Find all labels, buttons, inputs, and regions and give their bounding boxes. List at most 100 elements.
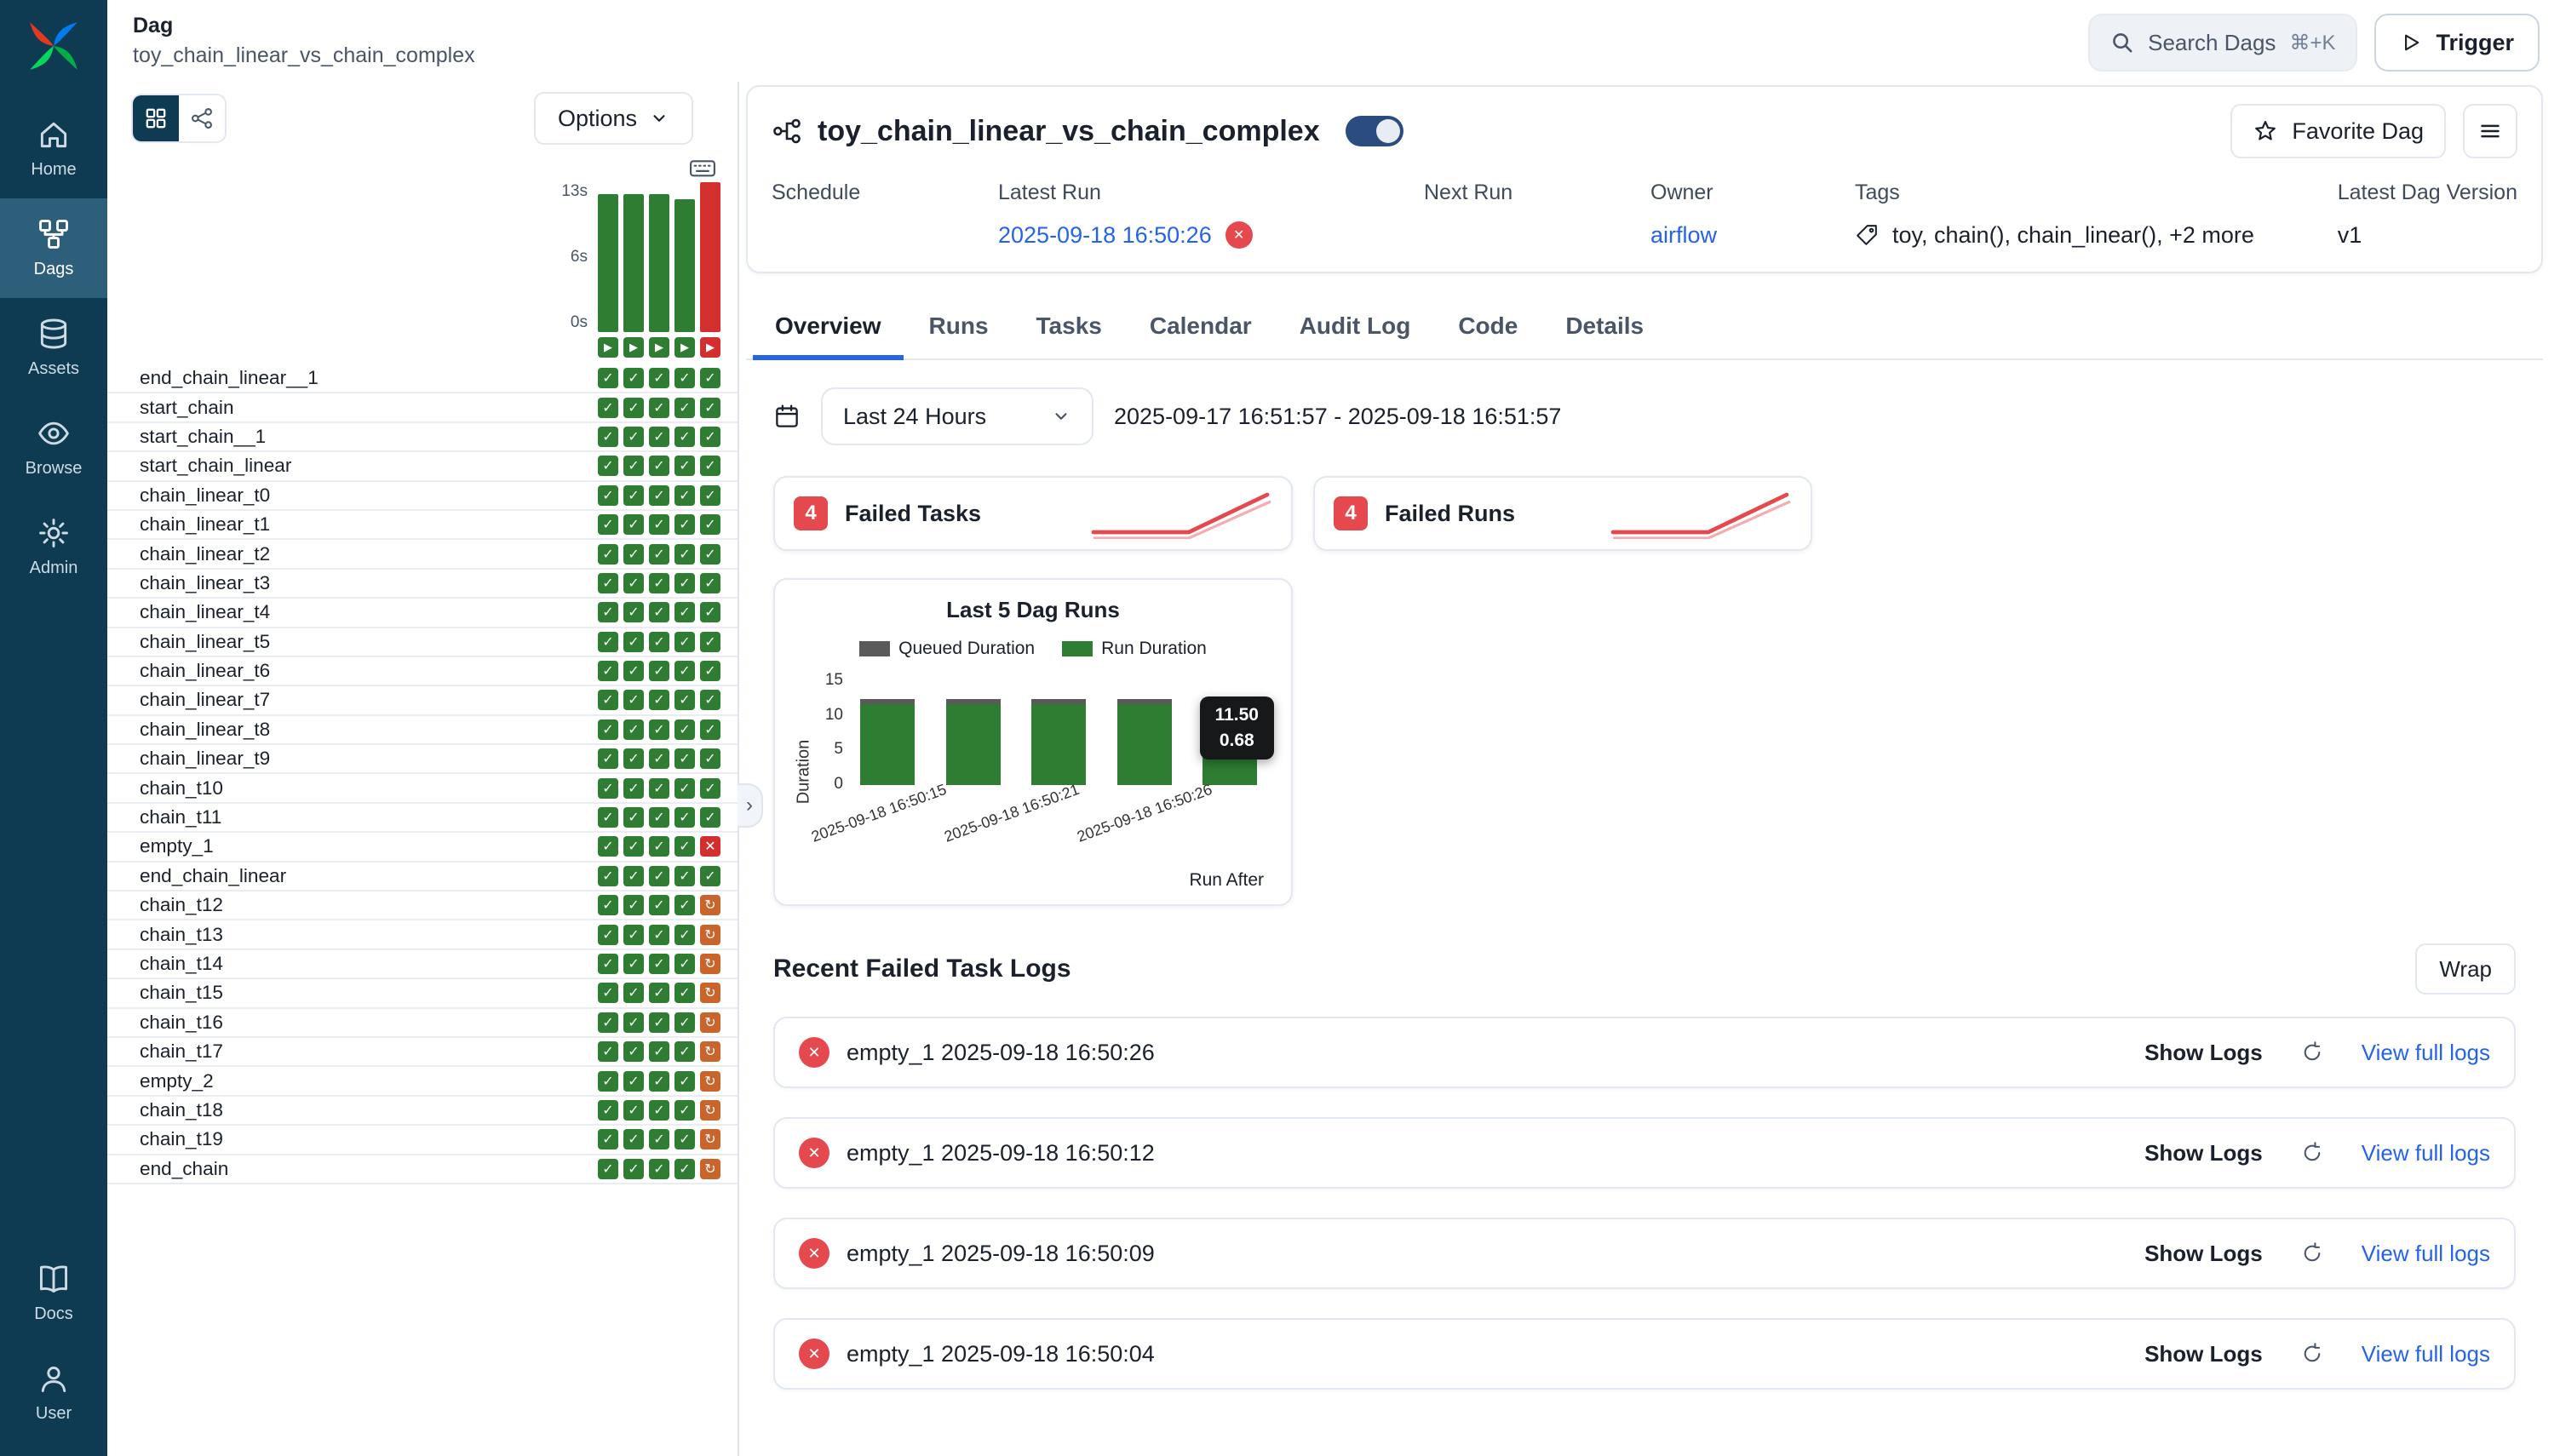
task-instance-success[interactable]: ✓ xyxy=(674,427,695,447)
task-name[interactable]: empty_1 xyxy=(140,835,214,857)
task-instance-success[interactable]: ✓ xyxy=(674,983,695,1003)
metric-card-failed-runs[interactable]: 4Failed Runs xyxy=(1313,476,1812,551)
show-logs-button[interactable]: Show Logs xyxy=(2144,1241,2263,1267)
task-instance-success[interactable]: ✓ xyxy=(598,1071,618,1092)
task-instance-success[interactable]: ✓ xyxy=(623,778,644,799)
task-instance-success[interactable]: ✓ xyxy=(649,427,669,447)
task-instance-success[interactable]: ✓ xyxy=(700,573,720,593)
task-instance-success[interactable]: ✓ xyxy=(700,661,720,681)
task-instance-success[interactable]: ✓ xyxy=(674,456,695,476)
task-instance-success[interactable]: ✓ xyxy=(674,866,695,886)
task-instance-success[interactable]: ✓ xyxy=(700,719,720,740)
task-instance-success[interactable]: ✓ xyxy=(649,925,669,945)
failed-run-badge[interactable]: ✕ xyxy=(1225,221,1253,249)
dag-run-bar[interactable] xyxy=(1117,699,1172,785)
task-instance-success[interactable]: ✓ xyxy=(649,602,669,622)
sidebar-item-assets[interactable]: Assets xyxy=(0,298,107,398)
tab-runs[interactable]: Runs xyxy=(907,297,1011,360)
task-instance-success[interactable]: ✓ xyxy=(598,1159,618,1179)
task-instance-retry[interactable]: ↻ xyxy=(700,1159,720,1179)
task-instance-success[interactable]: ✓ xyxy=(623,1100,644,1121)
task-instance-success[interactable]: ✓ xyxy=(674,544,695,565)
run-state-icon[interactable]: ▶ xyxy=(700,337,720,358)
task-instance-success[interactable]: ✓ xyxy=(623,807,644,828)
show-logs-button[interactable]: Show Logs xyxy=(2144,1140,2263,1167)
refresh-icon[interactable] xyxy=(2300,1141,2324,1165)
task-name[interactable]: chain_t11 xyxy=(140,806,221,828)
task-name[interactable]: chain_linear_t0 xyxy=(140,484,270,507)
task-instance-success[interactable]: ✓ xyxy=(598,1100,618,1121)
task-instance-success[interactable]: ✓ xyxy=(623,1041,644,1062)
task-instance-success[interactable]: ✓ xyxy=(674,485,695,506)
task-instance-success[interactable]: ✓ xyxy=(598,544,618,565)
task-instance-retry[interactable]: ↻ xyxy=(700,1071,720,1092)
task-name[interactable]: chain_linear_t1 xyxy=(140,513,270,536)
task-instance-success[interactable]: ✓ xyxy=(598,807,618,828)
meta-value[interactable]: 2025-09-18 16:50:26✕ xyxy=(998,221,1424,249)
task-instance-success[interactable]: ✓ xyxy=(598,925,618,945)
task-instance-success[interactable]: ✓ xyxy=(674,748,695,769)
task-instance-success[interactable]: ✓ xyxy=(623,514,644,535)
task-instance-success[interactable]: ✓ xyxy=(674,632,695,652)
task-instance-success[interactable]: ✓ xyxy=(623,368,644,388)
task-name[interactable]: start_chain__1 xyxy=(140,426,266,448)
time-range-select[interactable]: Last 24 Hours xyxy=(821,387,1093,445)
task-instance-success[interactable]: ✓ xyxy=(649,632,669,652)
task-instance-success[interactable]: ✓ xyxy=(700,602,720,622)
task-instance-success[interactable]: ✓ xyxy=(674,1071,695,1092)
tab-overview[interactable]: Overview xyxy=(753,297,904,360)
task-instance-success[interactable]: ✓ xyxy=(649,398,669,418)
run-state-icon[interactable]: ▶ xyxy=(598,337,618,358)
task-instance-success[interactable]: ✓ xyxy=(623,485,644,506)
task-instance-success[interactable]: ✓ xyxy=(649,1129,669,1149)
task-instance-retry[interactable]: ↻ xyxy=(700,925,720,945)
task-name[interactable]: chain_linear_t9 xyxy=(140,748,270,770)
favorite-dag-button[interactable]: Favorite Dag xyxy=(2230,104,2446,158)
task-instance-success[interactable]: ✓ xyxy=(598,719,618,740)
duration-bar[interactable] xyxy=(674,199,695,332)
task-instance-success[interactable]: ✓ xyxy=(623,1159,644,1179)
task-instance-success[interactable]: ✓ xyxy=(700,485,720,506)
task-name[interactable]: chain_linear_t3 xyxy=(140,572,270,594)
task-instance-success[interactable]: ✓ xyxy=(598,661,618,681)
task-instance-success[interactable]: ✓ xyxy=(674,954,695,974)
task-instance-success[interactable]: ✓ xyxy=(623,836,644,857)
task-instance-success[interactable]: ✓ xyxy=(623,719,644,740)
task-instance-retry[interactable]: ↻ xyxy=(700,1012,720,1033)
task-name[interactable]: end_chain_linear__1 xyxy=(140,367,319,389)
task-instance-success[interactable]: ✓ xyxy=(598,632,618,652)
task-instance-retry[interactable]: ↻ xyxy=(700,1041,720,1062)
task-instance-retry[interactable]: ↻ xyxy=(700,983,720,1003)
duration-bar[interactable] xyxy=(598,194,618,332)
view-full-logs-link[interactable]: View full logs xyxy=(2362,1241,2490,1267)
task-instance-success[interactable]: ✓ xyxy=(674,1041,695,1062)
task-instance-success[interactable]: ✓ xyxy=(598,368,618,388)
task-instance-success[interactable]: ✓ xyxy=(674,573,695,593)
task-instance-success[interactable]: ✓ xyxy=(649,1100,669,1121)
task-instance-success[interactable]: ✓ xyxy=(649,456,669,476)
task-instance-success[interactable]: ✓ xyxy=(623,866,644,886)
task-instance-success[interactable]: ✓ xyxy=(649,748,669,769)
task-instance-success[interactable]: ✓ xyxy=(700,427,720,447)
task-instance-success[interactable]: ✓ xyxy=(649,983,669,1003)
task-instance-success[interactable]: ✓ xyxy=(623,983,644,1003)
task-name[interactable]: end_chain_linear xyxy=(140,865,286,887)
task-instance-success[interactable]: ✓ xyxy=(623,398,644,418)
task-instance-success[interactable]: ✓ xyxy=(674,895,695,915)
task-instance-success[interactable]: ✓ xyxy=(700,632,720,652)
dag-run-bar[interactable] xyxy=(860,699,915,785)
sidebar-item-browse[interactable]: Browse xyxy=(0,398,107,497)
task-instance-success[interactable]: ✓ xyxy=(623,573,644,593)
task-instance-success[interactable]: ✓ xyxy=(598,983,618,1003)
duration-bar[interactable] xyxy=(700,182,720,332)
keyboard-shortcuts-icon[interactable] xyxy=(688,153,717,182)
metric-card-failed-tasks[interactable]: 4Failed Tasks xyxy=(773,476,1293,551)
task-instance-success[interactable]: ✓ xyxy=(674,1129,695,1149)
task-instance-success[interactable]: ✓ xyxy=(674,836,695,857)
task-instance-success[interactable]: ✓ xyxy=(598,398,618,418)
task-name[interactable]: chain_t10 xyxy=(140,777,223,800)
dag-run-bar[interactable] xyxy=(1031,699,1086,785)
task-instance-success[interactable]: ✓ xyxy=(598,573,618,593)
task-name[interactable]: start_chain xyxy=(140,397,234,419)
task-instance-success[interactable]: ✓ xyxy=(623,544,644,565)
